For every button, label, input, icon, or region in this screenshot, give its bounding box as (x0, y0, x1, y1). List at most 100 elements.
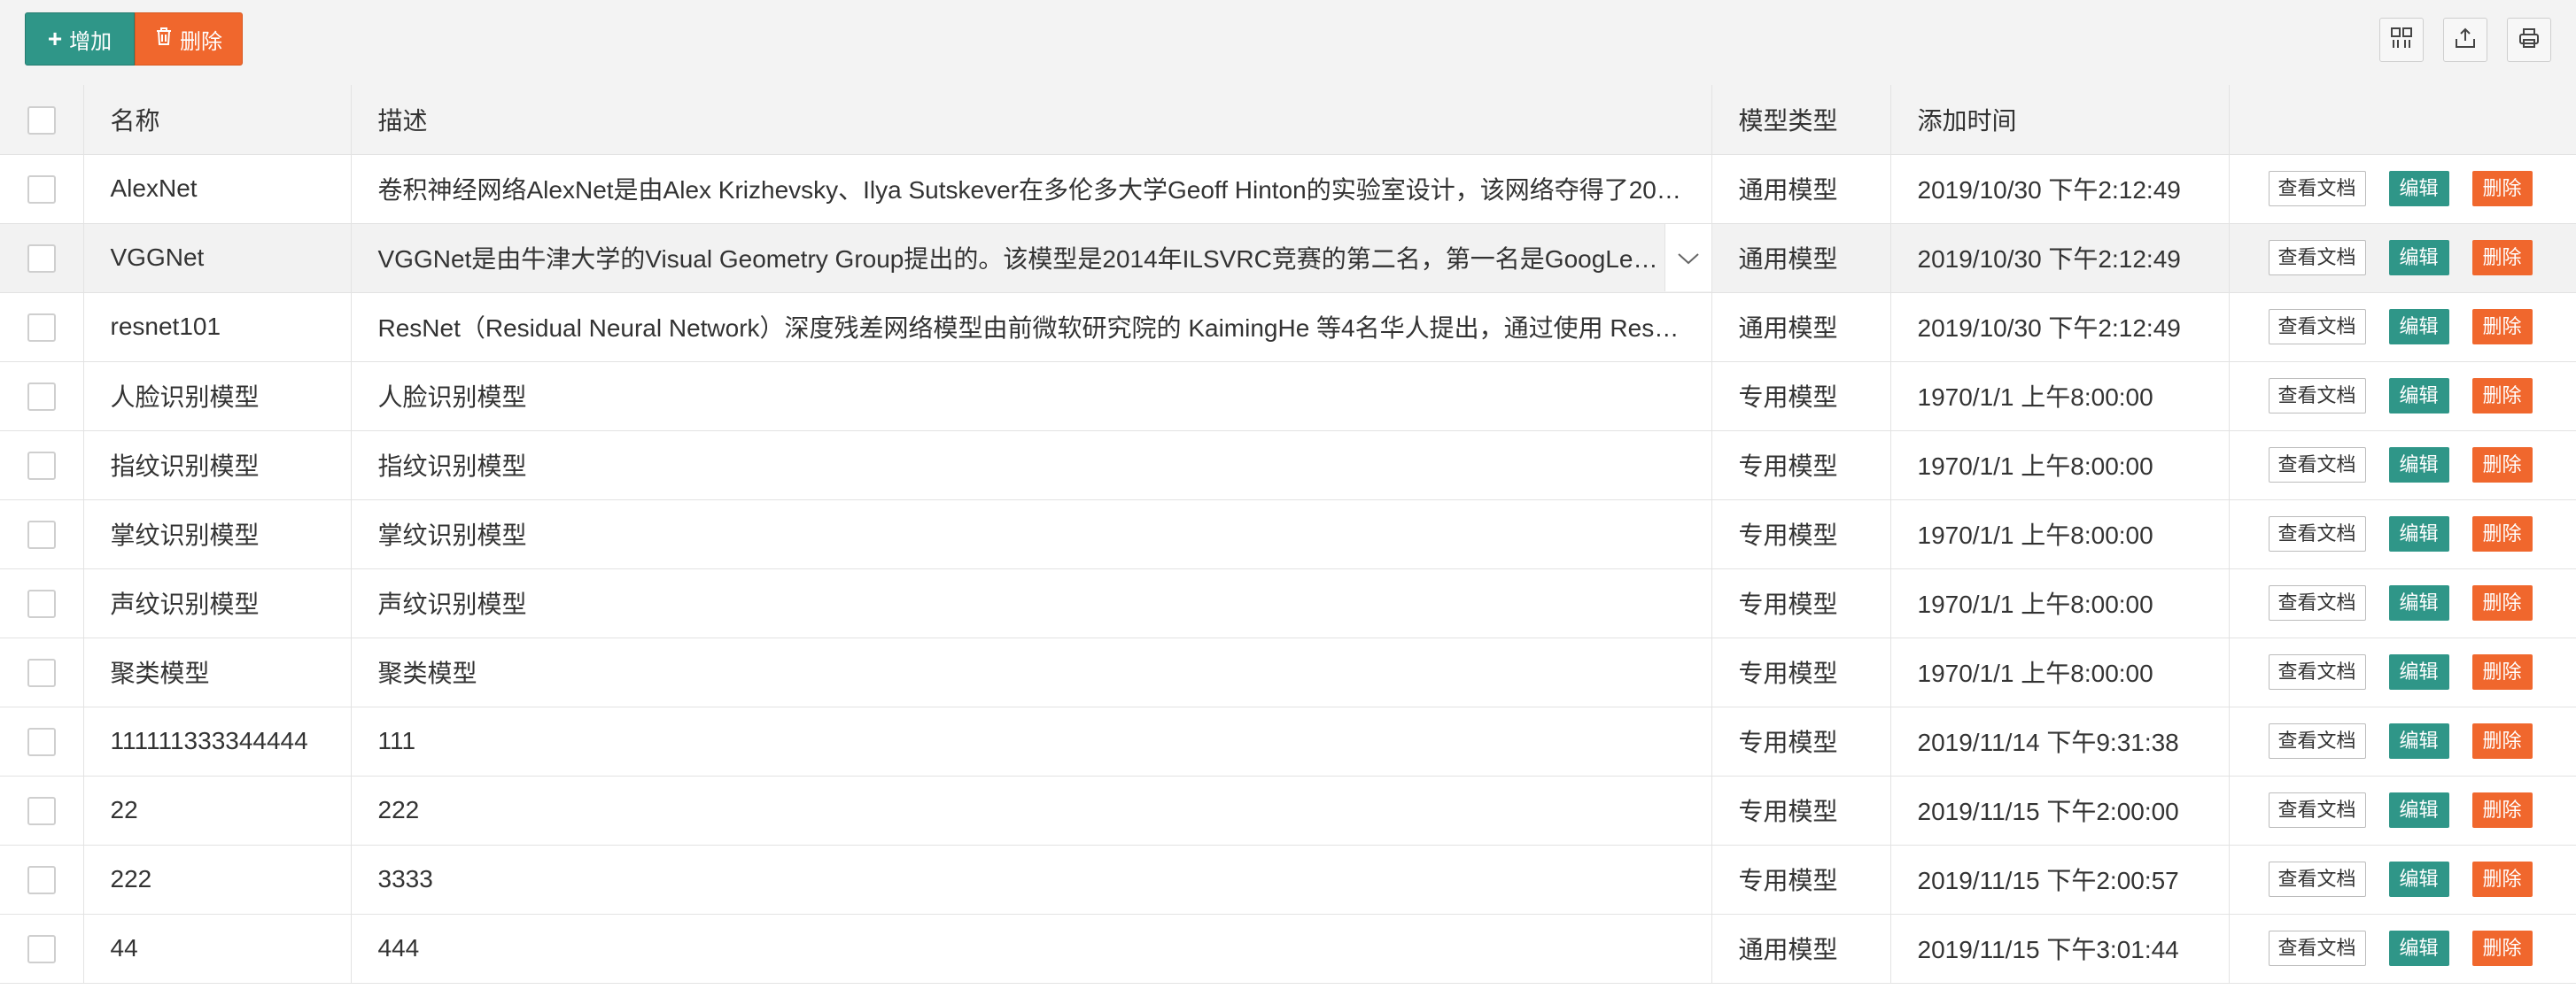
columns-toggle-button[interactable] (2379, 18, 2424, 62)
view-doc-button[interactable]: 查看文档 (2268, 171, 2366, 206)
header-type[interactable]: 模型类型 (1711, 85, 1891, 155)
header-time[interactable]: 添加时间 (1890, 85, 2230, 155)
table-row[interactable]: 指纹识别模型 指纹识别模型 专用模型 1970/1/1 上午8:00:00 查看文档 编辑… (0, 430, 2576, 500)
cell-actions: 查看文档 编辑 删除 (2229, 845, 2576, 915)
row-delete-button[interactable]: 删除 (2471, 516, 2533, 552)
row-delete-button[interactable]: 删除 (2471, 447, 2533, 483)
cell-desc-text: 掌纹识别模型 (377, 522, 527, 549)
edit-button[interactable]: 编辑 (2388, 723, 2449, 759)
view-doc-button[interactable]: 查看文档 (2268, 862, 2366, 897)
table-row[interactable]: 声纹识别模型 声纹识别模型 专用模型 1970/1/1 上午8:00:00 查看文档 编辑… (0, 568, 2576, 638)
table-row[interactable]: 111111333344444 111 专用模型 2019/11/14 下午9:31:… (0, 707, 2576, 777)
table-row[interactable]: 人脸识别模型 人脸识别模型 专用模型 1970/1/1 上午8:00:00 查看文档 编辑… (0, 361, 2576, 431)
row-checkbox[interactable] (27, 174, 56, 204)
table-row[interactable]: 聚类模型 聚类模型 专用模型 1970/1/1 上午8:00:00 查看文档 编辑 删除 (0, 638, 2576, 707)
row-delete-button[interactable]: 删除 (2471, 240, 2533, 275)
edit-button[interactable]: 编辑 (2388, 862, 2449, 897)
cell-time: 1970/1/1 上午8:00:00 (1890, 568, 2230, 638)
row-checkbox[interactable] (27, 243, 56, 273)
row-checkbox[interactable] (27, 520, 56, 549)
add-button-label: 增加 (69, 29, 113, 54)
cell-time: 1970/1/1 上午8:00:00 (1890, 430, 2230, 500)
view-doc-button[interactable]: 查看文档 (2268, 585, 2366, 621)
edit-button[interactable]: 编辑 (2388, 654, 2449, 690)
row-select-cell (0, 499, 84, 569)
row-checkbox[interactable] (27, 934, 56, 963)
table-row[interactable]: 44 444 通用模型 2019/11/15 下午3:01:44 查看文档 编辑 删除 (0, 914, 2576, 984)
table-row[interactable]: resnet101 ResNet（Residual Neural Network）… (0, 292, 2576, 362)
columns-icon (2390, 27, 2413, 54)
cell-time: 2019/11/15 下午2:00:00 (1890, 776, 2230, 846)
cell-name: VGGNet (83, 223, 352, 293)
row-delete-button[interactable]: 删除 (2471, 585, 2533, 621)
cell-type: 专用模型 (1711, 568, 1891, 638)
header-name[interactable]: 名称 (83, 85, 352, 155)
row-delete-button[interactable]: 删除 (2471, 378, 2533, 413)
edit-button[interactable]: 编辑 (2388, 516, 2449, 552)
view-doc-button[interactable]: 查看文档 (2268, 654, 2366, 690)
cell-type: 专用模型 (1711, 499, 1891, 569)
cell-desc: 掌纹识别模型 (351, 499, 1712, 569)
expand-desc-button[interactable] (1664, 223, 1711, 291)
row-checkbox[interactable] (27, 865, 56, 894)
row-delete-button[interactable]: 删除 (2471, 723, 2533, 759)
edit-button[interactable]: 编辑 (2388, 309, 2449, 344)
cell-type: 通用模型 (1711, 292, 1891, 362)
view-doc-button[interactable]: 查看文档 (2268, 240, 2366, 275)
view-doc-button[interactable]: 查看文档 (2268, 516, 2366, 552)
view-doc-button[interactable]: 查看文档 (2268, 723, 2366, 759)
view-doc-button[interactable]: 查看文档 (2268, 309, 2366, 344)
cell-desc: 444 (351, 914, 1712, 984)
row-checkbox[interactable] (27, 796, 56, 825)
view-doc-button[interactable]: 查看文档 (2268, 792, 2366, 828)
table-row[interactable]: AlexNet 卷积神经网络AlexNet是由Alex Krizhevsky、Il… (0, 154, 2576, 224)
header-desc[interactable]: 描述 (351, 85, 1712, 155)
row-delete-button[interactable]: 删除 (2471, 792, 2533, 828)
table-row[interactable]: 22 222 专用模型 2019/11/15 下午2:00:00 查看文档 编辑 删除 (0, 776, 2576, 846)
view-doc-button[interactable]: 查看文档 (2268, 931, 2366, 966)
row-checkbox[interactable] (27, 589, 56, 618)
cell-actions: 查看文档 编辑 删除 (2229, 707, 2576, 777)
row-select-cell (0, 223, 84, 293)
edit-button[interactable]: 编辑 (2388, 585, 2449, 621)
edit-button[interactable]: 编辑 (2388, 931, 2449, 966)
row-select-cell (0, 568, 84, 638)
table-row[interactable]: VGGNet VGGNet是由牛津大学的Visual Geometry Group… (0, 223, 2576, 293)
edit-button[interactable]: 编辑 (2388, 792, 2449, 828)
edit-button[interactable]: 编辑 (2388, 378, 2449, 413)
cell-name: 22 (83, 776, 352, 846)
cell-type: 专用模型 (1711, 776, 1891, 846)
add-button[interactable]: + 增加 (25, 12, 135, 66)
row-checkbox[interactable] (27, 451, 56, 480)
row-delete-button[interactable]: 删除 (2471, 654, 2533, 690)
row-delete-button[interactable]: 删除 (2471, 309, 2533, 344)
select-all-checkbox[interactable] (27, 105, 56, 135)
cell-name: 指纹识别模型 (83, 430, 352, 500)
row-checkbox[interactable] (27, 313, 56, 342)
cell-desc: ResNet（Residual Neural Network）深度残差网络模型由… (351, 292, 1712, 362)
edit-button[interactable]: 编辑 (2388, 447, 2449, 483)
table-row[interactable]: 掌纹识别模型 掌纹识别模型 专用模型 1970/1/1 上午8:00:00 查看文档 编辑… (0, 499, 2576, 569)
row-select-cell (0, 154, 84, 224)
delete-selected-button[interactable]: 删除 (135, 12, 243, 66)
row-checkbox[interactable] (27, 658, 56, 687)
edit-button[interactable]: 编辑 (2388, 171, 2449, 206)
export-button[interactable] (2443, 18, 2487, 62)
print-button[interactable] (2507, 18, 2551, 62)
cell-actions: 查看文档 编辑 删除 (2229, 638, 2576, 707)
cell-type: 专用模型 (1711, 430, 1891, 500)
cell-actions: 查看文档 编辑 删除 (2229, 914, 2576, 984)
row-checkbox[interactable] (27, 382, 56, 411)
row-delete-button[interactable]: 删除 (2471, 931, 2533, 966)
table-row[interactable]: 222 3333 专用模型 2019/11/15 下午2:00:57 查看文档 编辑 删除 (0, 845, 2576, 915)
row-checkbox[interactable] (27, 727, 56, 756)
edit-button[interactable]: 编辑 (2388, 240, 2449, 275)
cell-type: 专用模型 (1711, 707, 1891, 777)
row-delete-button[interactable]: 删除 (2471, 862, 2533, 897)
view-doc-button[interactable]: 查看文档 (2268, 447, 2366, 483)
cell-name: 掌纹识别模型 (83, 499, 352, 569)
cell-desc-text: 222 (377, 796, 420, 823)
view-doc-button[interactable]: 查看文档 (2268, 378, 2366, 413)
cell-desc-text: 聚类模型 (377, 660, 477, 687)
row-delete-button[interactable]: 删除 (2471, 171, 2533, 206)
